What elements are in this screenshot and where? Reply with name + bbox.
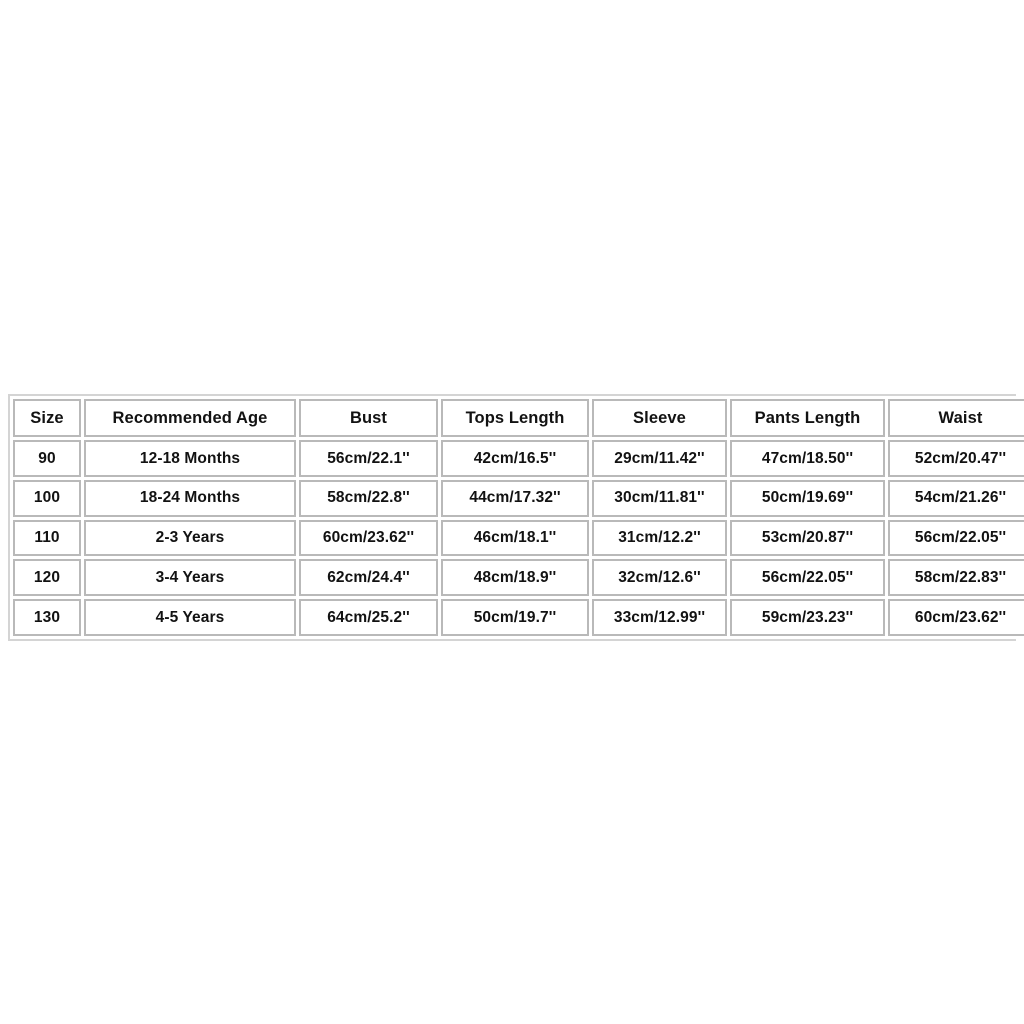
cell-bust: 64cm/25.2''	[299, 599, 438, 636]
cell-size: 130	[13, 599, 81, 636]
cell-size: 120	[13, 559, 81, 597]
cell-waist: 58cm/22.83''	[888, 559, 1024, 597]
cell-tops-length: 46cm/18.1''	[441, 519, 589, 557]
cell-bust: 62cm/24.4''	[299, 559, 438, 597]
cell-sleeve: 30cm/11.81''	[592, 479, 727, 517]
table-header-row: Size Recommended Age Bust Tops Length Sl…	[13, 399, 1024, 438]
column-header-tops-length: Tops Length	[441, 399, 589, 438]
size-chart-table: Size Recommended Age Bust Tops Length Sl…	[10, 396, 1024, 639]
cell-size: 100	[13, 479, 81, 517]
table-row: 90 12-18 Months 56cm/22.1'' 42cm/16.5'' …	[13, 440, 1024, 477]
cell-age: 4-5 Years	[84, 599, 296, 636]
column-header-age: Recommended Age	[84, 399, 296, 438]
cell-bust: 60cm/23.62''	[299, 519, 438, 557]
cell-age: 18-24 Months	[84, 479, 296, 517]
column-header-sleeve: Sleeve	[592, 399, 727, 438]
cell-bust: 58cm/22.8''	[299, 479, 438, 517]
cell-tops-length: 44cm/17.32''	[441, 479, 589, 517]
column-header-pants-length: Pants Length	[730, 399, 885, 438]
cell-pants-length: 50cm/19.69''	[730, 479, 885, 517]
cell-pants-length: 53cm/20.87''	[730, 519, 885, 557]
cell-sleeve: 31cm/12.2''	[592, 519, 727, 557]
cell-size: 110	[13, 519, 81, 557]
cell-sleeve: 29cm/11.42''	[592, 440, 727, 477]
cell-waist: 56cm/22.05''	[888, 519, 1024, 557]
cell-waist: 52cm/20.47''	[888, 440, 1024, 477]
cell-sleeve: 33cm/12.99''	[592, 599, 727, 636]
column-header-waist: Waist	[888, 399, 1024, 438]
table-row: 110 2-3 Years 60cm/23.62'' 46cm/18.1'' 3…	[13, 519, 1024, 557]
table-row: 120 3-4 Years 62cm/24.4'' 48cm/18.9'' 32…	[13, 559, 1024, 597]
size-chart-body: Size Recommended Age Bust Tops Length Sl…	[13, 399, 1024, 636]
cell-bust: 56cm/22.1''	[299, 440, 438, 477]
table-row: 130 4-5 Years 64cm/25.2'' 50cm/19.7'' 33…	[13, 599, 1024, 636]
table-row: 100 18-24 Months 58cm/22.8'' 44cm/17.32'…	[13, 479, 1024, 517]
cell-pants-length: 47cm/18.50''	[730, 440, 885, 477]
cell-tops-length: 48cm/18.9''	[441, 559, 589, 597]
cell-sleeve: 32cm/12.6''	[592, 559, 727, 597]
cell-size: 90	[13, 440, 81, 477]
cell-waist: 60cm/23.62''	[888, 599, 1024, 636]
cell-age: 12-18 Months	[84, 440, 296, 477]
cell-age: 3-4 Years	[84, 559, 296, 597]
cell-tops-length: 42cm/16.5''	[441, 440, 589, 477]
cell-waist: 54cm/21.26''	[888, 479, 1024, 517]
cell-pants-length: 56cm/22.05''	[730, 559, 885, 597]
size-chart-container: Size Recommended Age Bust Tops Length Sl…	[8, 394, 1024, 641]
cell-age: 2-3 Years	[84, 519, 296, 557]
cell-pants-length: 59cm/23.23''	[730, 599, 885, 636]
page-canvas: Size Recommended Age Bust Tops Length Sl…	[0, 0, 1024, 1024]
column-header-size: Size	[13, 399, 81, 438]
column-header-bust: Bust	[299, 399, 438, 438]
cell-tops-length: 50cm/19.7''	[441, 599, 589, 636]
